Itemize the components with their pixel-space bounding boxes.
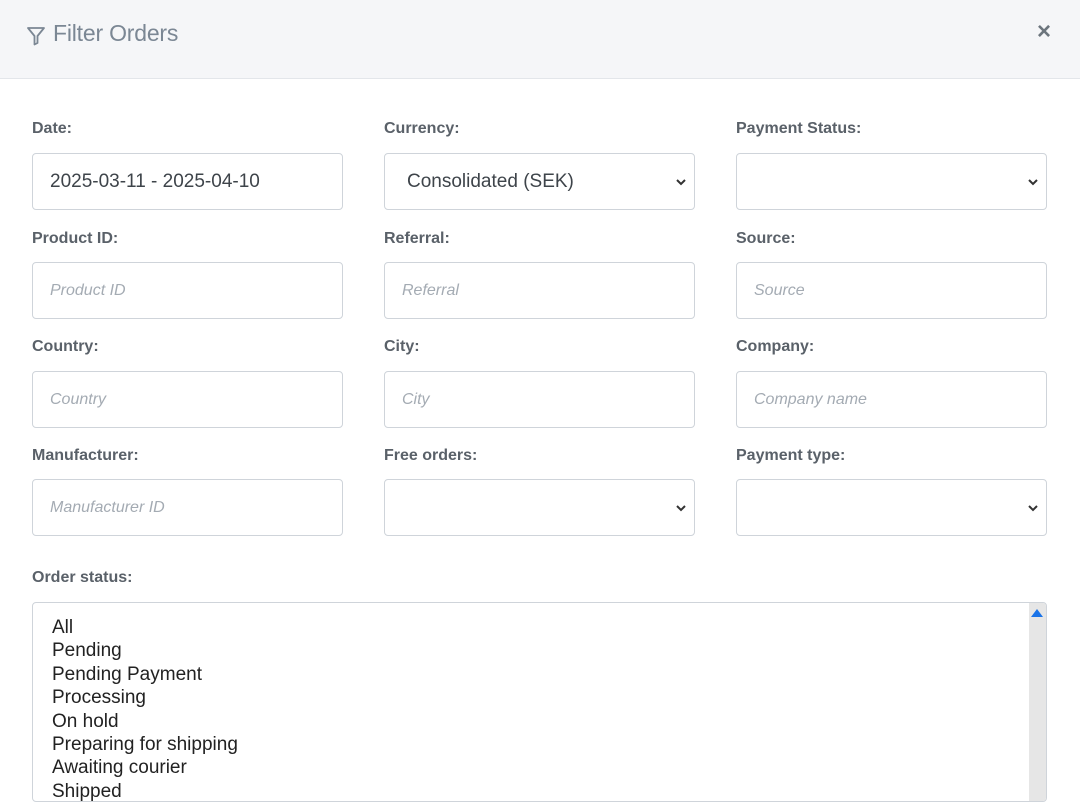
manufacturer-label: Manufacturer: <box>32 447 139 464</box>
company-field-group: Company: Company name <box>736 337 1047 428</box>
chevron-down-icon <box>676 179 686 186</box>
currency-value: Consolidated (SEK) <box>407 170 574 192</box>
city-field-group: City: City <box>384 337 695 428</box>
currency-select[interactable]: Consolidated (SEK) <box>384 153 695 210</box>
payment-status-field-group: Payment Status: <box>736 119 1047 210</box>
modal-title: Filter Orders <box>53 20 179 46</box>
payment-type-label: Payment type: <box>736 447 846 464</box>
payment-type-select[interactable] <box>736 479 1047 536</box>
date-range-value: 2025-03-11 - 2025-04-10 <box>50 170 260 192</box>
referral-placeholder: Referral <box>402 281 459 299</box>
modal-header: Filter Orders × <box>0 0 1080 79</box>
source-placeholder: Source <box>754 281 805 299</box>
order-status-option[interactable]: Processing <box>52 686 238 709</box>
order-status-option[interactable]: Shipped <box>52 780 238 801</box>
order-status-option[interactable]: Preparing for shipping <box>52 733 238 756</box>
chevron-down-icon <box>676 505 686 512</box>
country-label: Country: <box>32 338 99 355</box>
country-placeholder: Country <box>50 390 107 408</box>
source-label: Source: <box>736 230 796 247</box>
source-field-group: Source: Source <box>736 229 1047 319</box>
filter-icon <box>26 26 46 46</box>
order-status-option[interactable]: On hold <box>52 710 238 733</box>
manufacturer-field-group: Manufacturer: Manufacturer ID <box>32 446 343 536</box>
company-label: Company: <box>736 338 815 355</box>
title-wrap: Filter Orders <box>26 20 178 47</box>
order-status-label: Order status: <box>32 569 133 586</box>
order-status-options: All Pending Pending Payment Processing O… <box>52 616 238 801</box>
order-status-option[interactable]: Awaiting courier <box>52 756 238 779</box>
close-button[interactable]: × <box>1032 18 1056 46</box>
currency-field-group: Currency: Consolidated (SEK) <box>384 119 695 210</box>
city-label: City: <box>384 338 420 355</box>
manufacturer-placeholder: Manufacturer ID <box>50 498 165 516</box>
company-placeholder: Company name <box>754 390 867 408</box>
order-status-option[interactable]: Pending <box>52 639 238 662</box>
referral-input[interactable]: Referral <box>384 262 695 319</box>
free-orders-label: Free orders: <box>384 447 478 464</box>
product-id-field-group: Product ID: Product ID <box>32 229 343 319</box>
manufacturer-input[interactable]: Manufacturer ID <box>32 479 343 536</box>
date-label: Date: <box>32 120 73 137</box>
currency-label: Currency: <box>384 120 460 137</box>
country-field-group: Country: Country <box>32 337 343 428</box>
referral-label: Referral: <box>384 230 450 247</box>
product-id-label: Product ID: <box>32 230 119 247</box>
city-input[interactable]: City <box>384 371 695 428</box>
chevron-down-icon <box>1028 505 1038 512</box>
source-input[interactable]: Source <box>736 262 1047 319</box>
product-id-placeholder: Product ID <box>50 281 126 299</box>
company-input[interactable]: Company name <box>736 371 1047 428</box>
payment-status-select[interactable] <box>736 153 1047 210</box>
date-field-group: Date: 2025-03-11 - 2025-04-10 <box>32 119 343 210</box>
product-id-input[interactable]: Product ID <box>32 262 343 319</box>
payment-type-field-group: Payment type: <box>736 446 1047 536</box>
referral-field-group: Referral: Referral <box>384 229 695 319</box>
date-range-input[interactable]: 2025-03-11 - 2025-04-10 <box>32 153 343 210</box>
order-status-option[interactable]: Pending Payment <box>52 663 238 686</box>
free-orders-select[interactable] <box>384 479 695 536</box>
free-orders-field-group: Free orders: <box>384 446 695 536</box>
country-input[interactable]: Country <box>32 371 343 428</box>
order-status-listbox[interactable]: All Pending Pending Payment Processing O… <box>32 602 1047 802</box>
order-status-option[interactable]: All <box>52 616 238 639</box>
scroll-up-arrow-icon[interactable] <box>1031 609 1043 617</box>
city-placeholder: City <box>402 390 430 408</box>
scrollbar[interactable] <box>1029 603 1046 801</box>
payment-status-label: Payment Status: <box>736 120 862 137</box>
close-icon[interactable]: × <box>1037 18 1051 45</box>
chevron-down-icon <box>1028 179 1038 186</box>
